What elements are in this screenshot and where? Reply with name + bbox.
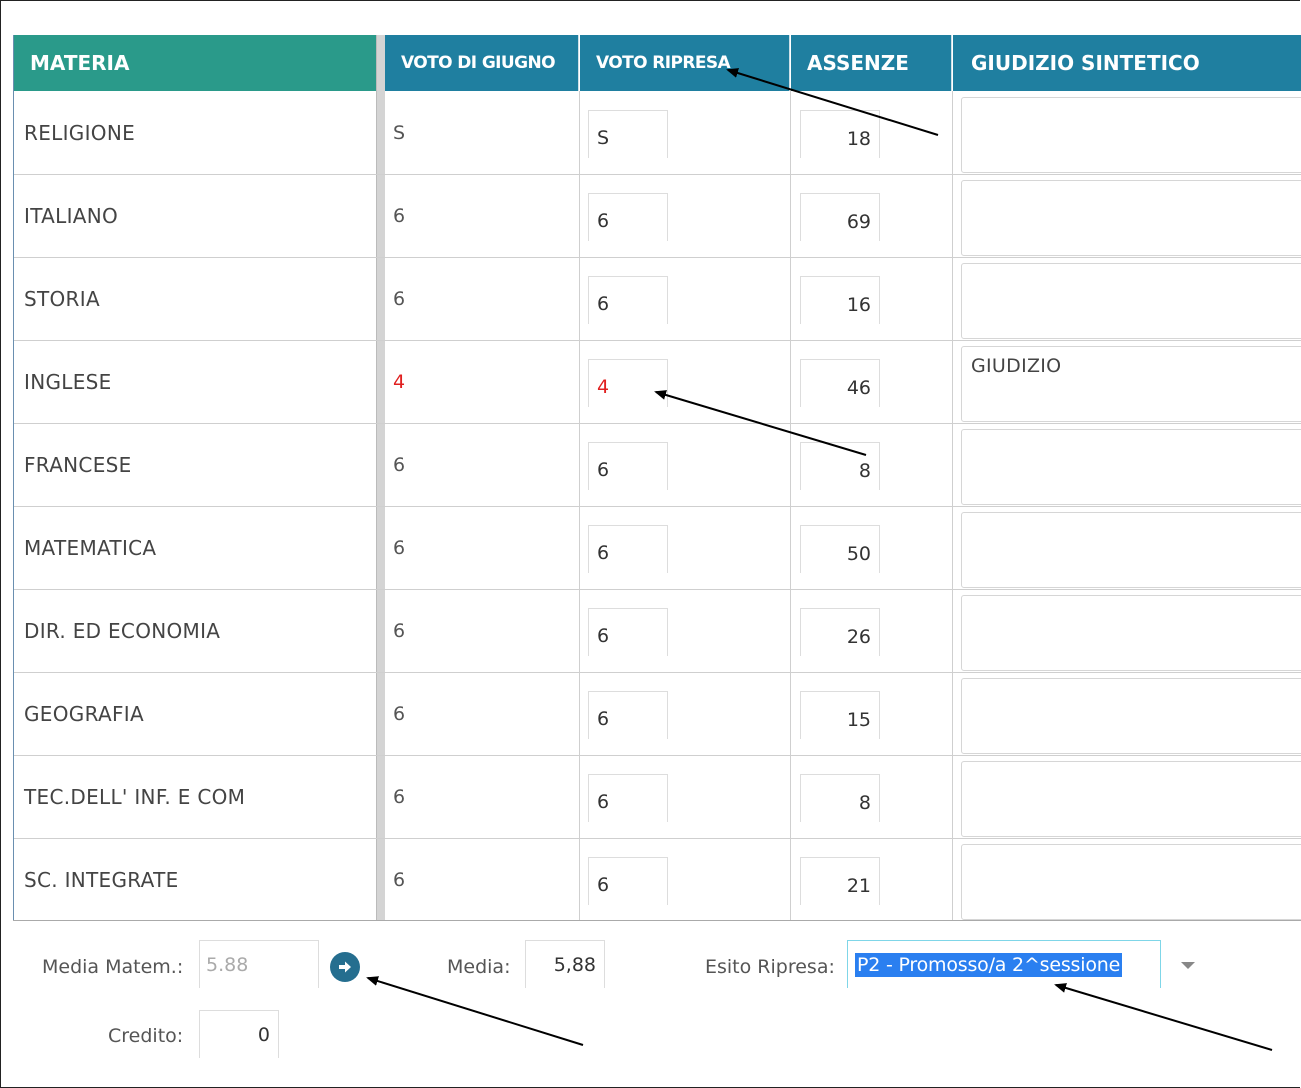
giudizio-textarea[interactable]: [961, 678, 1301, 754]
chevron-down-icon[interactable]: [1181, 962, 1195, 969]
assenze-input[interactable]: 18: [800, 110, 880, 158]
table-row: FRANCESE 6 6 8: [14, 424, 1301, 507]
materia-cell: FRANCESE: [24, 453, 132, 477]
column-header-giudizio-sintetico[interactable]: GIUDIZIO SINTETICO: [953, 35, 1301, 91]
voto-ripresa-input[interactable]: 6: [588, 276, 668, 324]
media-matem-field: 5.88: [199, 940, 319, 988]
column-header-assenze[interactable]: ASSENZE: [791, 35, 952, 91]
voto-giugno-cell: 6: [393, 205, 406, 227]
table-row: MATEMATICA 6 6 50: [14, 507, 1301, 590]
voto-giugno-cell: 6: [393, 703, 406, 725]
materia-cell: STORIA: [24, 287, 100, 311]
voto-ripresa-input[interactable]: 6: [588, 857, 668, 905]
assenze-input[interactable]: 8: [800, 774, 880, 822]
materia-cell: RELIGIONE: [24, 121, 136, 145]
giudizio-textarea[interactable]: [961, 761, 1301, 837]
media-field[interactable]: 5,88: [525, 940, 605, 988]
esito-ripresa-select[interactable]: P2 - Promosso/a 2^sessione: [847, 940, 1161, 988]
table-bottom-border: [13, 920, 1301, 921]
credito-label: Credito:: [108, 1025, 184, 1047]
esito-ripresa-label: Esito Ripresa:: [705, 956, 835, 978]
table-row: INGLESE 4 4 46 GIUDIZIO: [14, 341, 1301, 424]
column-header-voto-giugno[interactable]: VOTO DI GIUGNO: [385, 35, 579, 91]
table-row: SC. INTEGRATE 6 6 21: [14, 839, 1301, 922]
table-row: TEC.DELL' INF. E COM 6 6 8: [14, 756, 1301, 839]
assenze-input[interactable]: 8: [800, 442, 880, 490]
esito-ripresa-selected-value: P2 - Promosso/a 2^sessione: [855, 952, 1123, 977]
voto-giugno-cell: 6: [393, 786, 406, 808]
voto-giugno-cell: 6: [393, 454, 406, 476]
table-row: DIR. ED ECONOMIA 6 6 26: [14, 590, 1301, 673]
giudizio-textarea[interactable]: [961, 263, 1301, 339]
giudizio-textarea[interactable]: GIUDIZIO: [961, 346, 1301, 422]
assenze-input[interactable]: 46: [800, 359, 880, 407]
materia-cell: GEOGRAFIA: [24, 702, 144, 726]
media-matem-label: Media Matem.:: [42, 956, 184, 978]
table-row: RELIGIONE S S 18: [14, 92, 1301, 175]
voto-giugno-cell: S: [393, 122, 406, 144]
table-row: GEOGRAFIA 6 6 15: [14, 673, 1301, 756]
assenze-input[interactable]: 16: [800, 276, 880, 324]
table-row: ITALIANO 6 6 69: [14, 175, 1301, 258]
assenze-input[interactable]: 50: [800, 525, 880, 573]
voto-ripresa-input[interactable]: 4: [588, 359, 668, 407]
voto-giugno-cell: 6: [393, 620, 406, 642]
giudizio-textarea[interactable]: [961, 429, 1301, 505]
voto-ripresa-input[interactable]: 6: [588, 442, 668, 490]
voto-ripresa-input[interactable]: 6: [588, 193, 668, 241]
assenze-input[interactable]: 15: [800, 691, 880, 739]
giudizio-textarea[interactable]: [961, 595, 1301, 671]
assenze-input[interactable]: 21: [800, 857, 880, 905]
voto-giugno-cell: 6: [393, 869, 406, 891]
voto-giugno-cell: 6: [393, 537, 406, 559]
voto-giugno-cell: 4: [393, 371, 406, 393]
calculate-media-button[interactable]: [330, 952, 360, 982]
giudizio-textarea[interactable]: [961, 844, 1301, 920]
assenze-input[interactable]: 69: [800, 193, 880, 241]
materia-cell: ITALIANO: [24, 204, 119, 228]
voto-ripresa-input[interactable]: S: [588, 110, 668, 158]
media-label: Media:: [447, 956, 511, 978]
column-header-voto-ripresa[interactable]: VOTO RIPRESA: [580, 35, 790, 91]
arrow-right-icon: [339, 961, 351, 973]
giudizio-textarea[interactable]: [961, 512, 1301, 588]
materia-cell: DIR. ED ECONOMIA: [24, 619, 221, 643]
materia-cell: INGLESE: [24, 370, 112, 394]
assenze-input[interactable]: 26: [800, 608, 880, 656]
materia-cell: SC. INTEGRATE: [24, 868, 179, 892]
voto-ripresa-input[interactable]: 6: [588, 525, 668, 573]
materia-cell: MATEMATICA: [24, 536, 157, 560]
voto-ripresa-input[interactable]: 6: [588, 691, 668, 739]
voto-ripresa-input[interactable]: 6: [588, 608, 668, 656]
materia-cell: TEC.DELL' INF. E COM: [24, 785, 246, 809]
voto-ripresa-input[interactable]: 6: [588, 774, 668, 822]
column-header-materia[interactable]: MATERIA: [14, 35, 376, 91]
voto-giugno-cell: 6: [393, 288, 406, 310]
giudizio-textarea[interactable]: [961, 180, 1301, 256]
giudizio-textarea[interactable]: [961, 97, 1301, 173]
credito-field[interactable]: 0: [199, 1010, 279, 1058]
table-row: STORIA 6 6 16: [14, 258, 1301, 341]
